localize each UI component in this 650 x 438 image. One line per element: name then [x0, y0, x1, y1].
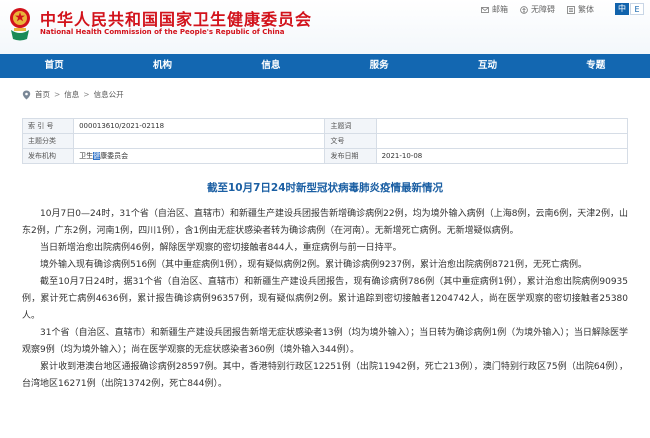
nav-item-services[interactable]: 服务 — [325, 54, 433, 78]
index-label: 索 引 号 — [21, 118, 75, 134]
date-value: 2021-10-08 — [375, 148, 629, 164]
document-metadata-table: 索 引 号 000013610/2021-02118 主题词 主题分类 文号 发… — [21, 118, 629, 164]
issuer-value: 卫生健康委员会 — [73, 148, 326, 164]
traditional-chinese-link[interactable]: 繁体 — [567, 4, 594, 15]
index-value: 000013610/2021-02118 — [73, 118, 326, 134]
top-links: 邮箱 无障碍 繁体 — [481, 4, 594, 15]
lang-en-button[interactable]: E — [630, 3, 644, 15]
article-paragraph: 10月7日0—24时，31个省（自治区、直辖市）和新疆生产建设兵团报告新增确诊病… — [22, 209, 628, 236]
traditional-chinese-icon — [567, 5, 575, 14]
subject-value — [375, 118, 629, 134]
accessibility-link-label: 无障碍 — [531, 5, 555, 14]
issuer-value-part: 卫生 — [79, 152, 94, 160]
nav-item-home[interactable]: 首页 — [0, 54, 108, 78]
breadcrumb-information[interactable]: 信息 — [64, 89, 79, 100]
mail-link-label: 邮箱 — [492, 5, 508, 14]
nav-item-information[interactable]: 信息 — [217, 54, 325, 78]
accessibility-link[interactable]: 无障碍 — [520, 4, 555, 15]
article-paragraph: 境外输入现有确诊病例516例（其中重症病例1例），现有疑似病例2例。累计确诊病例… — [40, 260, 587, 270]
breadcrumb-disclosure[interactable]: 信息公开 — [94, 89, 124, 100]
category-label: 主题分类 — [21, 133, 75, 149]
article-paragraph: 累计收到港澳台地区通报确诊病例28597例。其中，香港特别行政区12251例（出… — [22, 362, 628, 389]
article-paragraph: 31个省（自治区、直辖市）和新疆生产建设兵团报告新增无症状感染者13例（均为境外… — [22, 328, 628, 355]
article-paragraph: 截至10月7日24时，据31个省（自治区、直辖市）和新疆生产建设兵团报告，现有确… — [22, 277, 628, 321]
table-row: 主题分类 文号 — [21, 133, 629, 149]
table-row: 索 引 号 000013610/2021-02118 主题词 — [21, 118, 629, 134]
site-header: 中华人民共和国国家卫生健康委员会 National Health Commiss… — [0, 0, 650, 54]
nav-item-topics[interactable]: 专题 — [542, 54, 650, 78]
subject-label: 主题词 — [324, 118, 377, 134]
nav-item-interaction[interactable]: 互动 — [433, 54, 541, 78]
breadcrumb-separator: > — [54, 90, 61, 99]
traditional-chinese-link-label: 繁体 — [578, 5, 594, 14]
mail-icon — [481, 6, 489, 13]
national-emblem-icon — [10, 8, 30, 41]
breadcrumb: 首页 > 信息 > 信息公开 — [22, 89, 124, 100]
breadcrumb-separator: > — [83, 90, 90, 99]
issuer-label: 发布机构 — [21, 148, 75, 164]
article-title: 截至10月7日24时新型冠状病毒肺炎疫情最新情况 — [206, 182, 444, 194]
article-body: 10月7日0—24时，31个省（自治区、直辖市）和新疆生产建设兵团报告新增确诊病… — [22, 206, 628, 393]
nav-item-organization[interactable]: 机构 — [108, 54, 216, 78]
category-value — [73, 133, 326, 149]
language-switch: 中 E — [615, 3, 644, 15]
accessibility-icon — [520, 5, 528, 14]
site-subtitle: National Health Commission of the People… — [40, 28, 285, 36]
docno-label: 文号 — [324, 133, 377, 149]
mail-link[interactable]: 邮箱 — [481, 4, 508, 15]
table-row: 发布机构 卫生健康委员会 发布日期 2021-10-08 — [21, 148, 629, 164]
date-label: 发布日期 — [324, 148, 377, 164]
breadcrumb-home[interactable]: 首页 — [35, 89, 50, 100]
location-pin-icon — [22, 90, 31, 99]
site-title[interactable]: 中华人民共和国国家卫生健康委员会 — [40, 6, 312, 30]
issuer-value-part: 康委员会 — [100, 152, 129, 160]
article-paragraph: 当日新增治愈出院病例46例，解除医学观察的密切接触者844人，重症病例与前一日持… — [40, 243, 402, 253]
main-nav: 首页 机构 信息 服务 互动 专题 — [0, 54, 650, 78]
docno-value — [375, 133, 629, 149]
lang-zh-button[interactable]: 中 — [615, 3, 629, 15]
